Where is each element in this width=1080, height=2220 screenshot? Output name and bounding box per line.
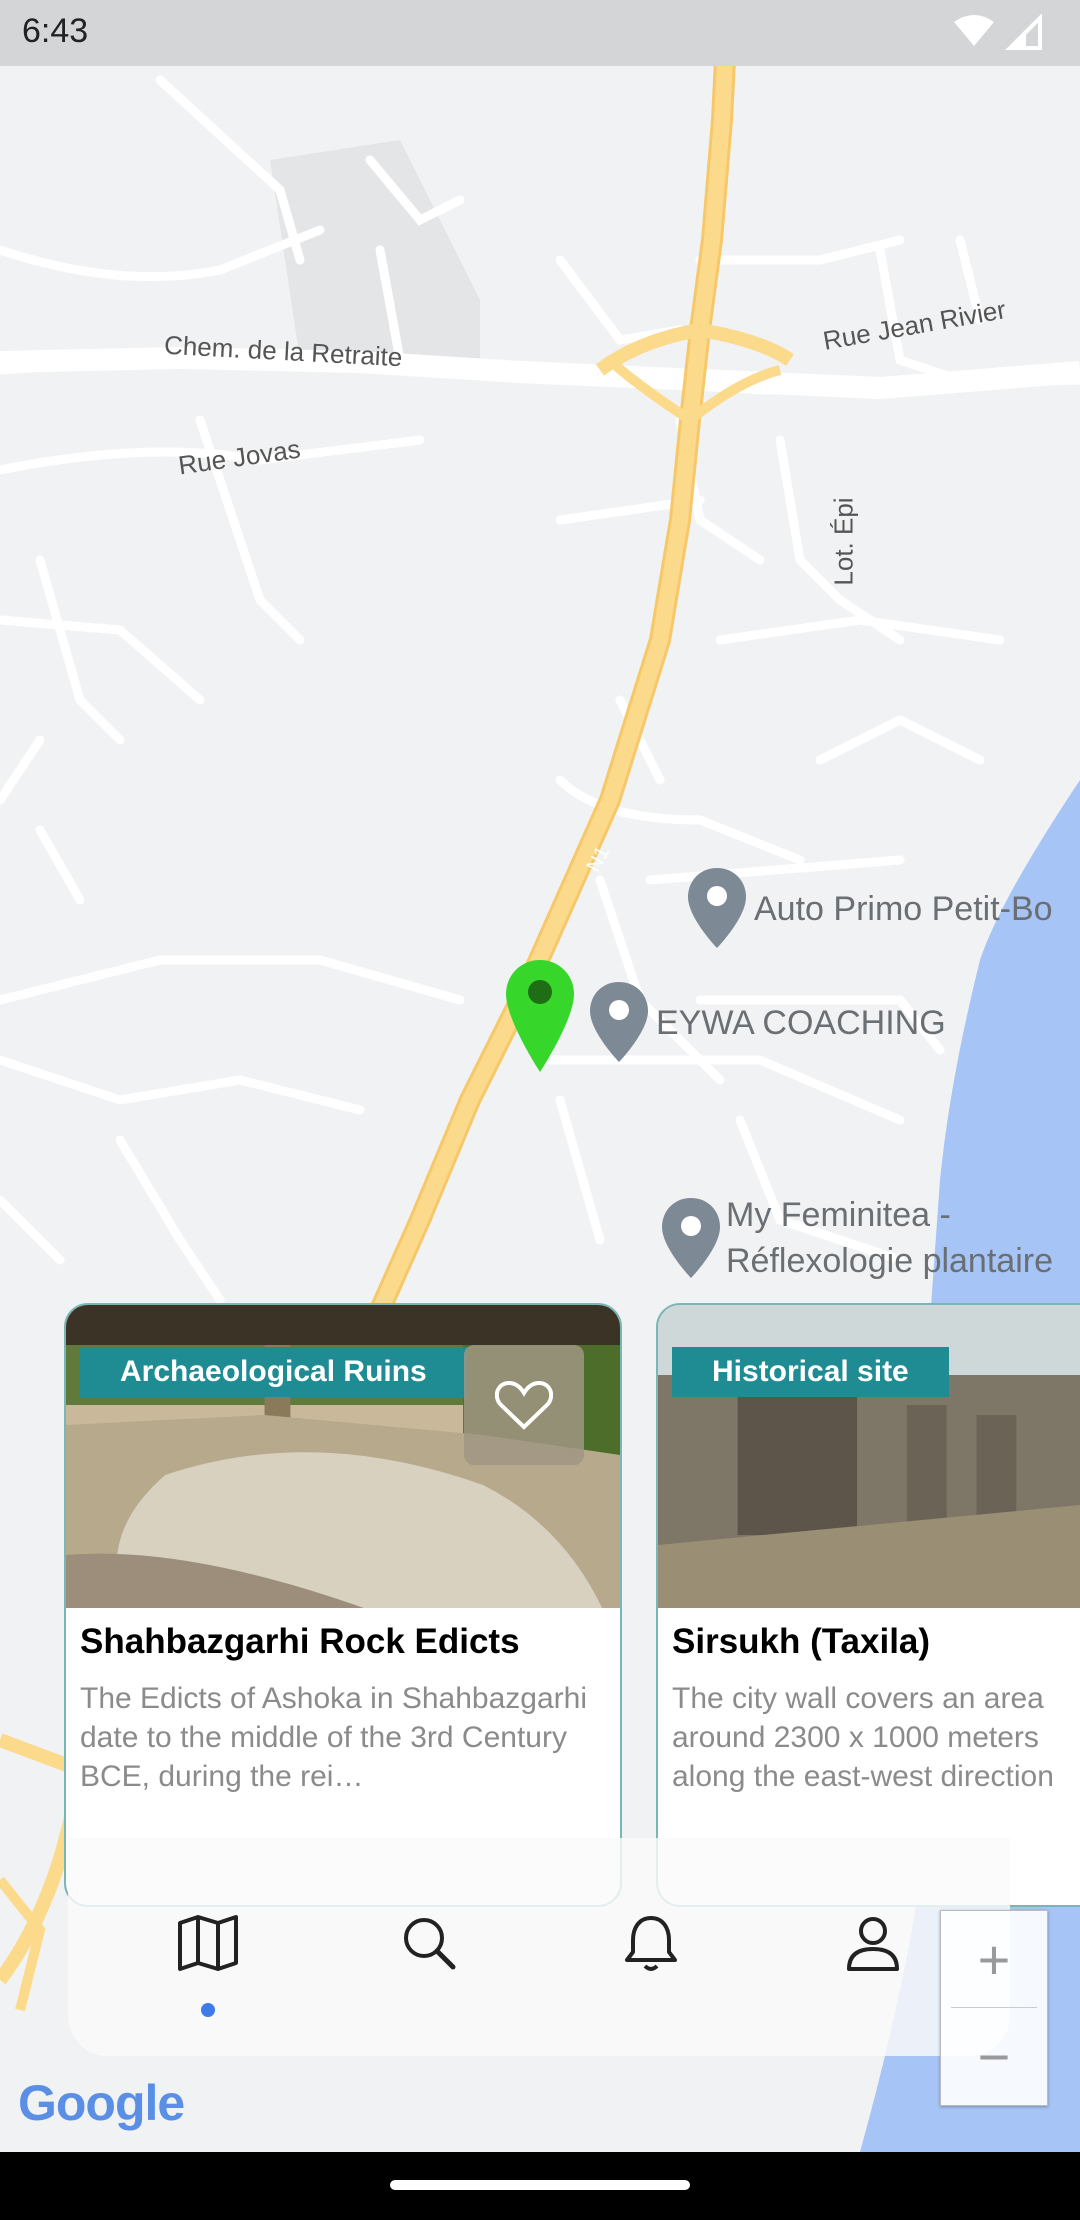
place-title: Shahbazgarhi Rock Edicts (80, 1622, 520, 1661)
map-icon (178, 1915, 238, 1971)
poi-label[interactable]: EYWA COACHING (656, 1004, 946, 1043)
nav-map[interactable] (173, 1908, 243, 1978)
place-card[interactable]: Archaeological Ruins Shahbazgarhi Rock E… (64, 1303, 622, 1907)
nav-notifications[interactable] (616, 1908, 686, 1978)
user-icon (847, 1917, 899, 1971)
place-pin-icon[interactable] (662, 1198, 720, 1278)
zoom-out-button[interactable]: − (941, 2008, 1047, 2104)
favorite-button[interactable] (464, 1345, 584, 1465)
status-bar: 6:43 (0, 0, 1080, 66)
bottom-navigation (68, 1838, 1010, 2056)
nav-search[interactable] (394, 1908, 464, 1978)
home-gesture-handle[interactable] (390, 2180, 690, 2190)
system-navigation-bar (0, 2152, 1080, 2220)
google-logo: Google (18, 2074, 185, 2132)
place-pin-icon[interactable] (688, 868, 746, 948)
poi-label[interactable]: Auto Primo Petit-Bo (754, 890, 1053, 929)
place-card[interactable]: Historical site Sirsukh (Taxila) The cit… (656, 1303, 1080, 1907)
poi-label[interactable]: Réflexologie plantaire (726, 1242, 1053, 1281)
search-icon (404, 1918, 456, 1970)
bell-icon (625, 1916, 677, 1971)
zoom-controls: + − (940, 1910, 1048, 2106)
signal-wifi-icons (954, 14, 1042, 50)
nav-profile[interactable] (838, 1908, 908, 1978)
zoom-in-button[interactable]: + (941, 1911, 1047, 2007)
heart-icon (495, 1380, 553, 1430)
poi-label[interactable]: My Feminitea - (726, 1196, 951, 1235)
google-wordmark: Google (18, 2075, 185, 2131)
category-chip: Archaeological Ruins (80, 1347, 467, 1397)
wifi-icon (954, 15, 994, 46)
place-description: The Edicts of Ashoka in Shahbazgarhi dat… (80, 1682, 587, 1793)
active-indicator (201, 2003, 215, 2017)
place-description: The city wall covers an area around 2300… (672, 1682, 1054, 1793)
selected-location-marker-icon[interactable] (506, 960, 574, 1072)
place-pin-icon[interactable] (590, 982, 648, 1062)
place-title: Sirsukh (Taxila) (672, 1622, 931, 1661)
category-chip: Historical site (672, 1347, 949, 1397)
street-label: Lot. Épi (828, 497, 859, 586)
status-time: 6:43 (22, 12, 89, 50)
